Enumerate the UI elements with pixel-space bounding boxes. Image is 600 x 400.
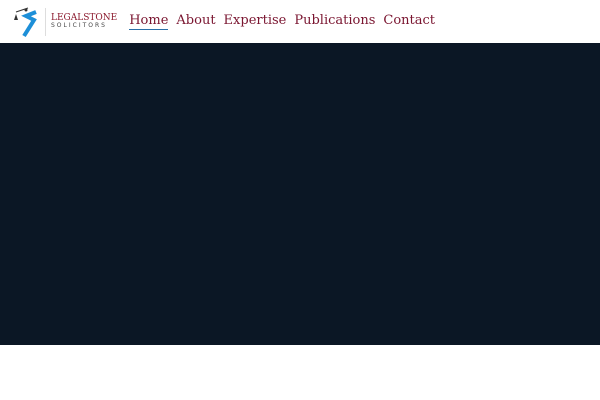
scales-logo-icon xyxy=(14,7,37,37)
site-header: LEGALSTONE SOLICITORS Home About Experti… xyxy=(0,0,600,43)
logo-divider xyxy=(45,7,46,36)
main-nav: Home About Expertise Publications Contac… xyxy=(129,13,435,30)
nav-home[interactable]: Home xyxy=(129,13,169,30)
nav-about[interactable]: About xyxy=(176,13,215,30)
hero-banner xyxy=(0,43,600,345)
nav-publications[interactable]: Publications xyxy=(294,13,375,30)
logo-line2: SOLICITORS xyxy=(51,21,107,29)
logo-text: LEGALSTONE SOLICITORS xyxy=(51,12,118,30)
logo[interactable]: LEGALSTONE SOLICITORS xyxy=(12,6,117,38)
nav-contact[interactable]: Contact xyxy=(383,13,435,30)
nav-expertise[interactable]: Expertise xyxy=(224,13,287,30)
logo-line1: LEGALSTONE xyxy=(51,12,118,23)
